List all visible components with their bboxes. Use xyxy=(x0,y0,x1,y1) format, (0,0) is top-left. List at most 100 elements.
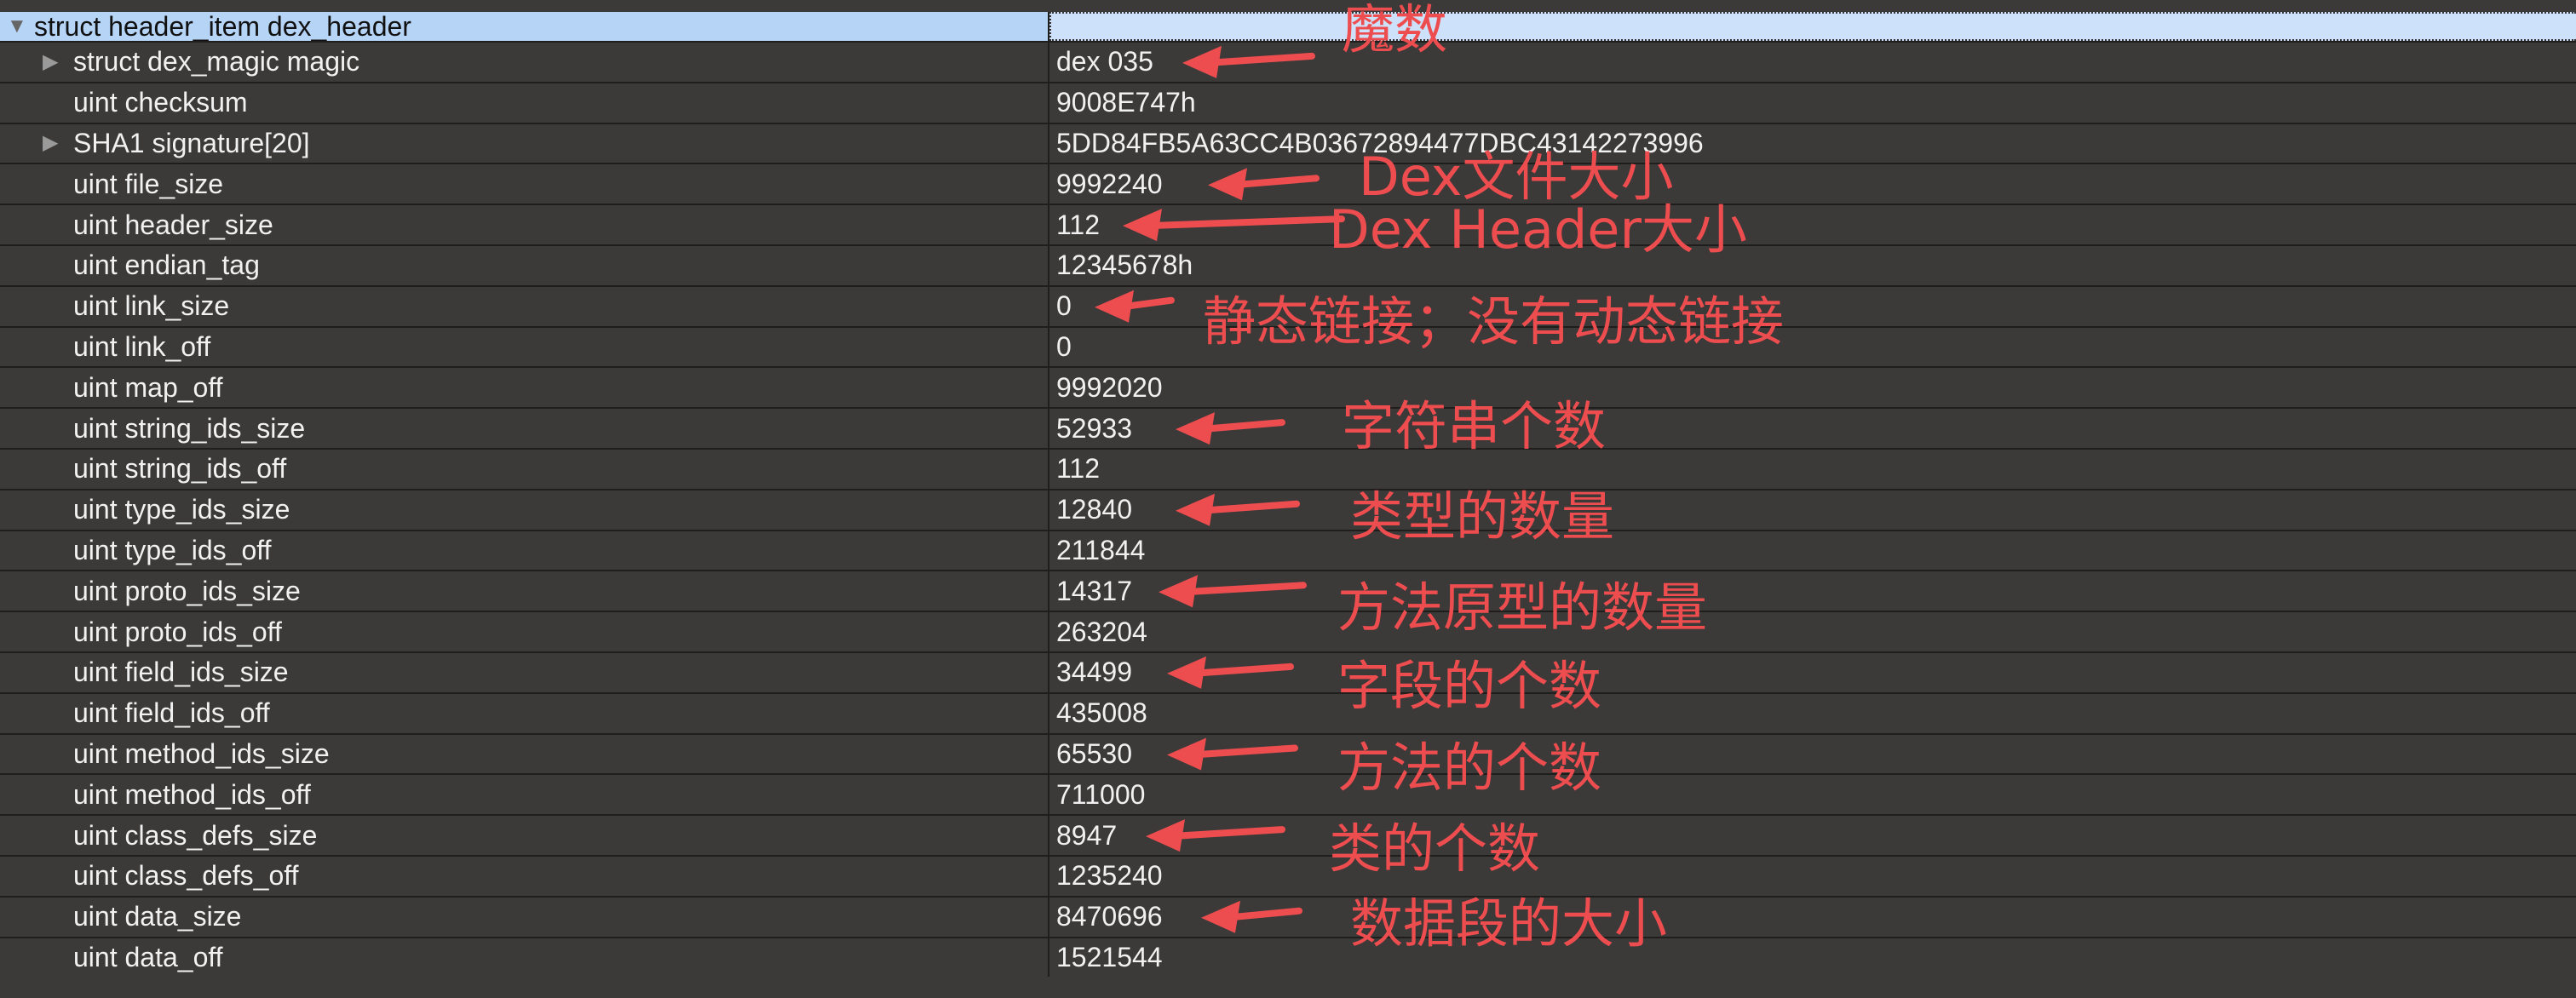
tree-row-name-cell: uint proto_ids_size xyxy=(0,571,1049,611)
tree-row-name: uint checksum xyxy=(73,87,248,118)
tree-row-name-cell: uint string_ids_off xyxy=(0,449,1049,489)
tree-row-value-cell: 52933 xyxy=(1049,409,2576,448)
tree-row-name: uint header_size xyxy=(73,209,273,240)
annotation-label: 类型的数量 xyxy=(1350,485,1615,548)
tree-row-value: 0 xyxy=(1056,330,1072,362)
tree-root-name-cell: ▼ struct header_item dex_header xyxy=(0,10,1049,42)
tree-row[interactable]: uint header_size 112 xyxy=(0,204,2576,244)
tree-row-name-cell: uint class_defs_size xyxy=(0,816,1049,855)
tree-row[interactable]: uint proto_ids_size 14317 xyxy=(0,570,2576,611)
tree-row[interactable]: uint data_off 1521544 xyxy=(0,936,2576,978)
tree-row[interactable]: uint map_off 9992020 xyxy=(0,366,2576,408)
tree-row-value-cell: 1235240 xyxy=(1049,857,2576,896)
triangle-down-icon[interactable]: ▼ xyxy=(7,16,27,37)
tree-root-value-cell xyxy=(1049,12,2576,41)
tree-row-value-cell: 5DD84FB5A63CC4B03672894477DBC43142273996 xyxy=(1049,124,2576,163)
tree-row-name-cell: uint link_off xyxy=(0,327,1049,367)
tree-row-name: SHA1 signature[20] xyxy=(73,127,310,158)
tree-row-name: uint method_ids_size xyxy=(73,737,330,769)
tree-row[interactable]: uint method_ids_off 711000 xyxy=(0,773,2576,815)
annotation-label: Dex Header大小 xyxy=(1329,198,1747,261)
tree-row-value-cell: 34499 xyxy=(1049,653,2576,692)
tree-row-name: uint class_defs_off xyxy=(73,860,299,892)
tree-row[interactable]: uint field_ids_off 435008 xyxy=(0,691,2576,733)
tree-row-name-cell: uint type_ids_size xyxy=(0,490,1049,530)
tree-row[interactable]: uint class_defs_off 1235240 xyxy=(0,854,2576,896)
tree-row-value: 1521544 xyxy=(1056,941,1163,972)
template-tree: ▼ struct header_item dex_header ▶ struct de… xyxy=(0,10,2576,978)
tree-row-name: uint map_off xyxy=(73,371,223,403)
tree-row-value: 711000 xyxy=(1056,778,1146,810)
tree-row[interactable]: ▶ SHA1 signature[20] 5DD84FB5A63CC4B036728… xyxy=(0,122,2576,163)
tree-row-value: 9992240 xyxy=(1056,168,1163,199)
tree-row[interactable]: uint type_ids_off 211844 xyxy=(0,529,2576,571)
tree-row-name-cell: ▶ SHA1 signature[20] xyxy=(0,123,1049,163)
tree-row[interactable]: uint checksum 9008E747h xyxy=(0,81,2576,123)
annotation-label: Dex文件大小 xyxy=(1359,146,1674,209)
tree-row-name-cell: uint file_size xyxy=(0,164,1049,204)
tree-row-name: uint string_ids_size xyxy=(73,412,306,444)
tree-row-value-cell: 8470696 xyxy=(1049,898,2576,937)
tree-row-name-cell: uint endian_tag xyxy=(0,245,1049,285)
tree-row[interactable]: uint field_ids_size 34499 xyxy=(0,651,2576,692)
tree-row-name-cell: uint checksum xyxy=(0,83,1049,123)
tree-row-value-cell: 9008E747h xyxy=(1049,83,2576,123)
tree-row-value: 0 xyxy=(1056,290,1072,322)
tree-row-value: 14317 xyxy=(1056,575,1132,606)
tree-row-value: 8470696 xyxy=(1056,901,1163,932)
tree-row-name-cell: uint method_ids_size xyxy=(0,734,1049,774)
tree-row[interactable]: uint method_ids_size 65530 xyxy=(0,732,2576,774)
tree-row-name: struct dex_magic magic xyxy=(73,46,360,77)
tree-row-name: uint file_size xyxy=(73,168,224,199)
tree-root-name: struct header_item dex_header xyxy=(34,10,411,42)
tree-row-name: uint field_ids_size xyxy=(73,657,289,688)
tree-row-value-cell: 9992240 xyxy=(1049,164,2576,204)
tree-row-name-cell: uint proto_ids_off xyxy=(0,612,1049,651)
tree-row-name: uint link_size xyxy=(73,290,230,322)
tree-row[interactable]: uint data_size 8470696 xyxy=(0,895,2576,937)
tree-row-value-cell: 14317 xyxy=(1049,571,2576,611)
tree-row-value: 12345678h xyxy=(1056,250,1193,281)
tree-row[interactable]: uint type_ids_size 12840 xyxy=(0,488,2576,530)
tree-row-value: 34499 xyxy=(1056,657,1132,688)
tree-row-name: uint type_ids_off xyxy=(73,534,272,565)
tree-row-name-cell: uint field_ids_size xyxy=(0,652,1049,692)
tree-row-value: 12840 xyxy=(1056,494,1132,525)
tree-row-name: uint link_off xyxy=(73,330,211,362)
tree-row-name-cell: uint data_size xyxy=(0,897,1049,937)
tree-row[interactable]: ▶ struct dex_magic magic dex 035 xyxy=(0,41,2576,82)
tree-row-value: 112 xyxy=(1056,209,1101,240)
tree-row[interactable]: uint proto_ids_off 263204 xyxy=(0,611,2576,651)
tree-row-name-cell: uint data_off xyxy=(0,938,1049,978)
tree-row-value: 9992020 xyxy=(1056,371,1163,403)
tree-row-value-cell: 711000 xyxy=(1049,775,2576,814)
tree-row-value-cell: 12345678h xyxy=(1049,246,2576,285)
tree-row[interactable]: uint string_ids_off 112 xyxy=(0,447,2576,489)
tree-row-value: dex 035 xyxy=(1056,46,1153,77)
template-results-window: ▼ struct header_item dex_header ▶ struct de… xyxy=(0,0,2576,998)
tree-row-value: 52933 xyxy=(1056,412,1132,444)
annotation-label: 数据段的大小 xyxy=(1350,892,1668,955)
tree-row-value-cell: 12840 xyxy=(1049,490,2576,530)
tree-row-value: 263204 xyxy=(1056,616,1147,647)
tree-row-name: uint method_ids_off xyxy=(73,778,311,810)
tree-row-value: 1235240 xyxy=(1056,860,1163,892)
tree-row[interactable]: uint string_ids_size 52933 xyxy=(0,407,2576,448)
tree-row-name-cell: uint map_off xyxy=(0,368,1049,408)
tree-row-value-cell: 112 xyxy=(1049,205,2576,244)
tree-root-row[interactable]: ▼ struct header_item dex_header xyxy=(0,10,2576,42)
triangle-right-icon[interactable]: ▶ xyxy=(43,133,58,153)
tree-row-name-cell: uint type_ids_off xyxy=(0,531,1049,571)
tree-row-value-cell: 435008 xyxy=(1049,694,2576,733)
tree-row[interactable]: uint endian_tag 12345678h xyxy=(0,244,2576,285)
annotation-label: 类的个数 xyxy=(1329,817,1541,880)
annotation-label: 魔数 xyxy=(1342,0,1448,60)
tree-row-value: 435008 xyxy=(1056,697,1147,729)
tree-row-name-cell: uint method_ids_off xyxy=(0,775,1049,815)
annotation-label: 字段的个数 xyxy=(1337,654,1602,717)
tree-row-value-cell: dex 035 xyxy=(1049,43,2576,82)
tree-row-value-cell: 211844 xyxy=(1049,531,2576,571)
tree-row[interactable]: uint class_defs_size 8947 xyxy=(0,814,2576,855)
triangle-right-icon[interactable]: ▶ xyxy=(43,51,58,72)
tree-row[interactable]: uint file_size 9992240 xyxy=(0,163,2576,204)
